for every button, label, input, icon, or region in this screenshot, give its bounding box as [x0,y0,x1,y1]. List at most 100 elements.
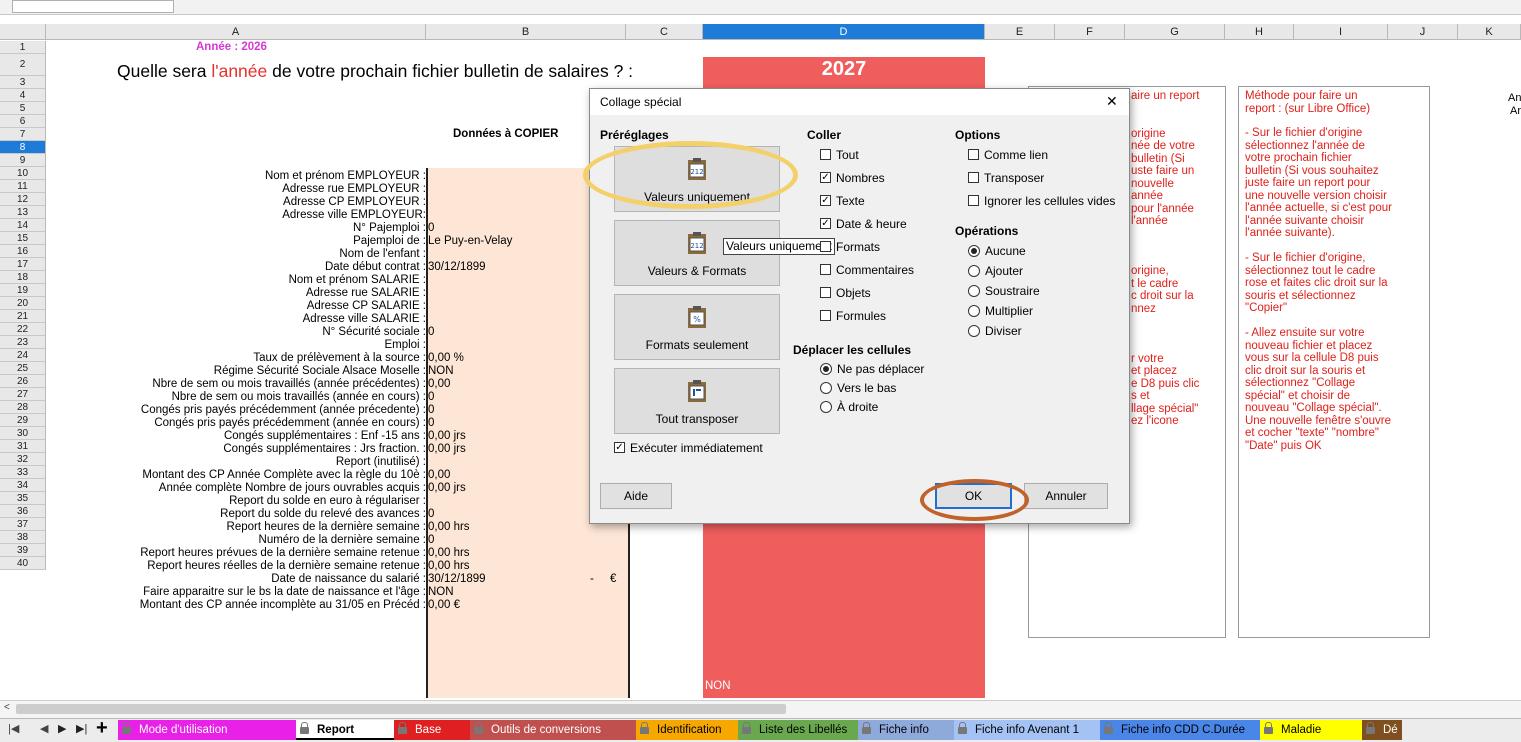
row-header[interactable]: 17 [0,258,46,271]
row-header[interactable]: 38 [0,531,46,544]
help-button[interactable]: Aide [600,483,672,509]
prev-sheet-icon[interactable]: ◀ [40,722,48,735]
row-header[interactable]: 21 [0,310,46,323]
row-header[interactable]: 27 [0,388,46,401]
operation-item-radio[interactable] [968,305,980,317]
row-value[interactable]: 0 [428,222,434,235]
row-header[interactable]: 13 [0,206,46,219]
row-value[interactable]: 0 [428,508,434,521]
column-header-d[interactable]: D [703,24,985,40]
row-header[interactable]: 8 [0,141,46,154]
move-item-radio[interactable] [820,401,832,413]
row-header[interactable]: 23 [0,336,46,349]
column-header-h[interactable]: H [1225,24,1294,40]
sheet-tab[interactable]: Maladie [1260,720,1362,740]
column-header-g[interactable]: G [1125,24,1225,40]
column-header-j[interactable]: J [1388,24,1458,40]
paste-item-checkbox[interactable]: ✓ [820,172,831,183]
preset-formats-only[interactable]: % Formats seulement [614,294,780,360]
option-item-checkbox[interactable] [968,195,979,206]
row-header[interactable]: 12 [0,193,46,206]
row-header[interactable]: 16 [0,245,46,258]
row-header[interactable]: 9 [0,154,46,167]
row-header[interactable]: 25 [0,362,46,375]
scrollbar-thumb[interactable] [16,704,786,714]
sheet-tab[interactable]: Identification [636,720,738,740]
row-header[interactable]: 34 [0,479,46,492]
paste-item-checkbox[interactable] [820,264,831,275]
row-header[interactable]: 20 [0,297,46,310]
operation-item-radio[interactable] [968,265,980,277]
row-value[interactable]: 30/12/1899 [428,261,486,274]
row-header[interactable]: 11 [0,180,46,193]
close-icon[interactable]: ✕ [1106,93,1118,110]
row-value[interactable]: 0 [428,534,434,547]
preset-transpose-all[interactable]: Tout transposer [614,368,780,434]
row-value[interactable]: 0,00 jrs [428,443,466,456]
column-header-k[interactable]: K [1458,24,1521,40]
sheet-tab[interactable]: Fiche info Avenant 1 [954,720,1100,740]
row-value[interactable]: NON [428,586,454,599]
row-value[interactable]: 0,00 jrs [428,482,466,495]
row-header[interactable]: 18 [0,271,46,284]
row-header[interactable]: 35 [0,492,46,505]
paste-item-checkbox[interactable]: ✓ [820,218,831,229]
row-header[interactable]: 14 [0,219,46,232]
sheet-tab[interactable]: Fiche info [858,720,954,740]
column-header-b[interactable]: B [426,24,626,40]
sheet-tab[interactable]: Base [394,720,470,740]
row-value[interactable]: 30/12/1899 [428,573,486,586]
sheet-tab[interactable]: Liste des Libellés [738,720,858,740]
sheet-tab[interactable]: Dé [1362,720,1402,740]
column-header-c[interactable]: C [626,24,703,40]
row-value[interactable]: 0,00 hrs [428,521,470,534]
row-header[interactable]: 10 [0,167,46,180]
sheet-tab[interactable]: Mode d'utilisation [118,720,296,740]
option-item-checkbox[interactable] [968,172,979,183]
paste-item-checkbox[interactable] [820,149,831,160]
move-item-radio[interactable] [820,382,832,394]
operation-item-radio[interactable] [968,325,980,337]
row-header[interactable]: 7 [0,128,46,141]
row-header[interactable]: 22 [0,323,46,336]
operation-item-radio[interactable] [968,285,980,297]
row-header[interactable]: 1 [0,41,46,54]
column-header-f[interactable]: F [1055,24,1125,40]
row-value[interactable]: 0,00 [428,378,450,391]
row-header[interactable]: 32 [0,453,46,466]
row-header[interactable]: 33 [0,466,46,479]
row-value[interactable]: 0,00 % [428,352,464,365]
row-value[interactable]: 0,00 jrs [428,430,466,443]
row-header[interactable]: 30 [0,427,46,440]
row-header[interactable]: 6 [0,115,46,128]
row-value[interactable]: 0,00 [428,469,450,482]
row-header[interactable]: 31 [0,440,46,453]
sheet-tab[interactable]: Report [296,720,394,740]
paste-item-checkbox[interactable] [820,310,831,321]
row-header[interactable]: 19 [0,284,46,297]
row-value[interactable]: 0 [428,404,434,417]
operation-item-radio[interactable] [968,245,980,257]
paste-item-checkbox[interactable] [820,241,831,252]
row-header[interactable]: 26 [0,375,46,388]
year-value-cell[interactable]: 2027 [703,58,985,81]
row-header[interactable]: 24 [0,349,46,362]
row-header[interactable]: 39 [0,544,46,557]
last-sheet-icon[interactable]: ▶| [76,722,87,735]
execute-immediately-checkbox[interactable]: ✓ [614,442,625,453]
row-value[interactable]: 0,00 € [428,599,460,612]
first-sheet-icon[interactable]: |◀ [8,722,19,735]
row-value[interactable]: 0,00 hrs [428,547,470,560]
row-header[interactable]: 15 [0,232,46,245]
sheet-tab[interactable]: Fiche info CDD C.Durée [1100,720,1260,740]
row-header[interactable]: 3 [0,76,46,89]
row-value[interactable]: NON [428,365,454,378]
sheet-tab[interactable]: Outils de conversions [470,720,636,740]
paste-item-checkbox[interactable]: ✓ [820,195,831,206]
column-header-a[interactable]: A [46,24,426,40]
row-value[interactable]: 0,00 hrs [428,560,470,573]
column-header-e[interactable]: E [985,24,1055,40]
row-value[interactable]: 0 [428,391,434,404]
row-header[interactable]: 2 [0,54,46,76]
scroll-left-icon[interactable]: < [4,702,10,713]
